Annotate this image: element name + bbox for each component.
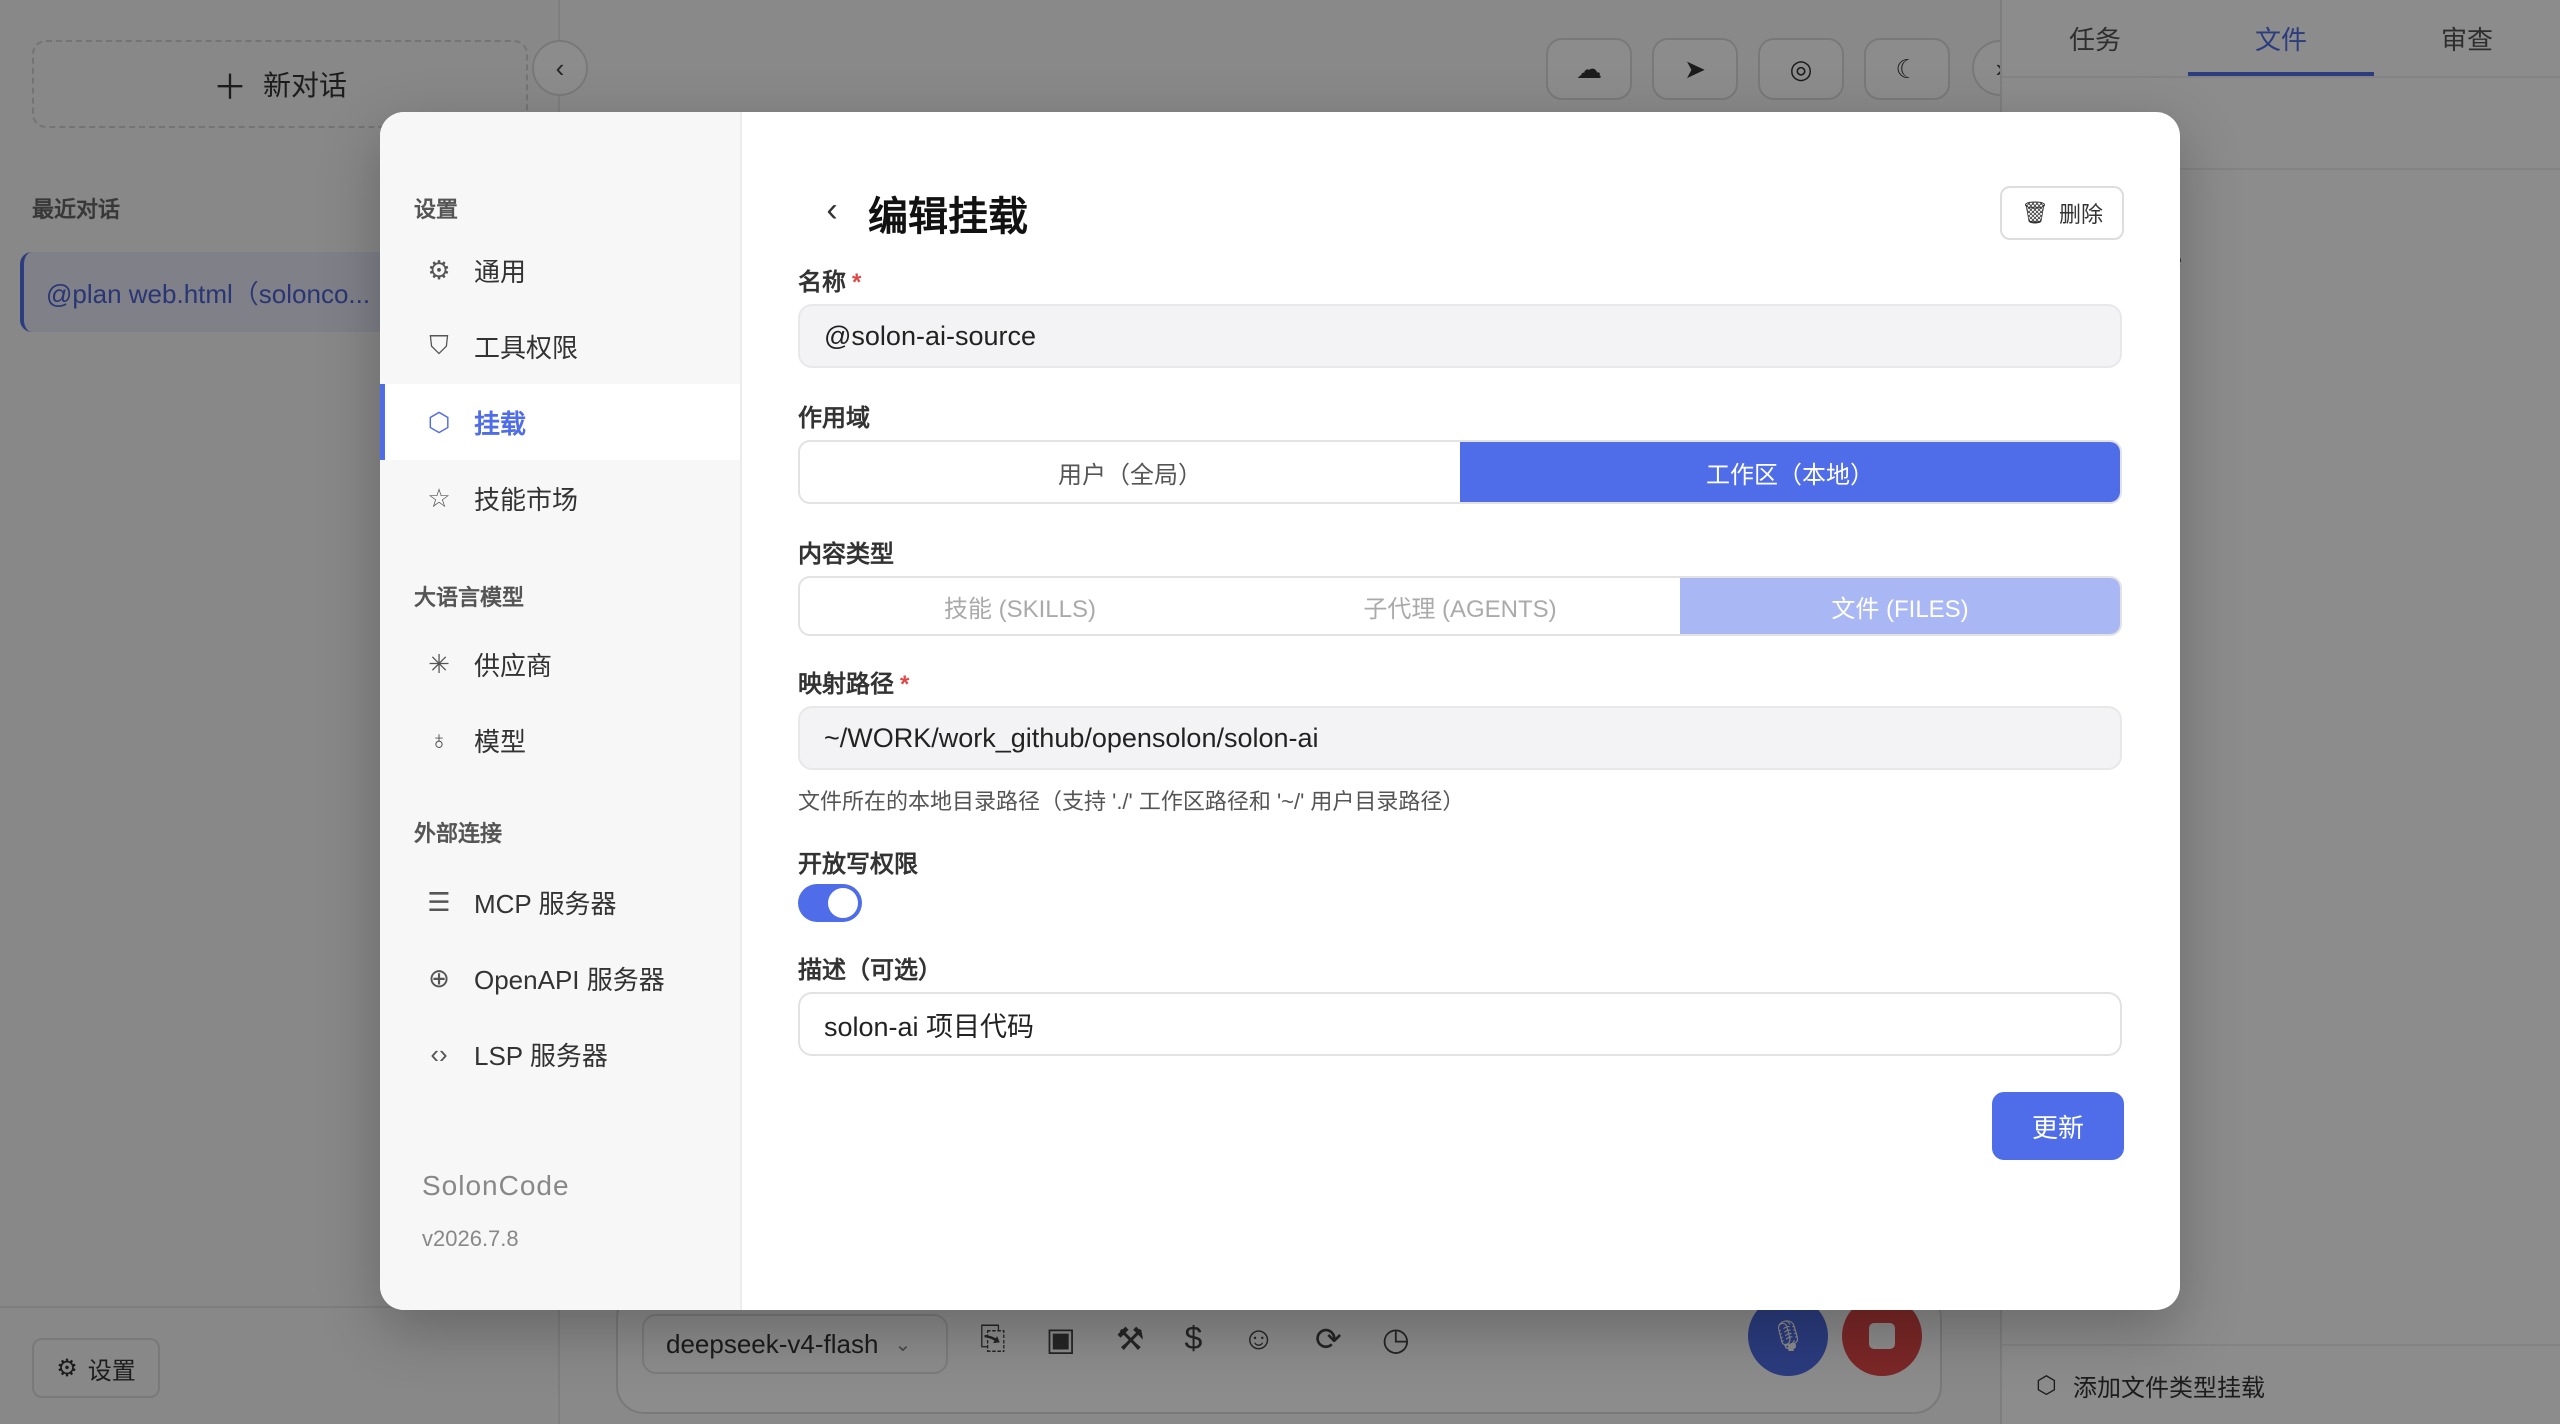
nav-item-label: 挂载 <box>474 408 527 439</box>
code-icon: ‹› <box>430 1038 448 1069</box>
nav-section-llm: 大语言模型 <box>414 585 525 610</box>
nav-item-openapi[interactable]: ⊕ OpenAPI 服务器 <box>380 940 740 1016</box>
delete-label: 删除 <box>2058 202 2103 227</box>
nav-section-external: 外部连接 <box>414 821 503 846</box>
shield-icon: ⛉ <box>429 330 449 360</box>
description-label: 描述（可选） <box>798 957 942 984</box>
chevron-left-icon: ‹ <box>826 190 838 229</box>
nav-section-settings: 设置 <box>414 197 459 222</box>
gear-icon: ⚙ <box>427 254 451 285</box>
nav-item-label: 工具权限 <box>474 332 579 363</box>
write-permission-label: 开放写权限 <box>798 851 918 878</box>
cube-icon: ⬡ <box>427 406 451 437</box>
delete-button[interactable]: 🗑 删除 <box>2000 186 2124 240</box>
scope-option-user[interactable]: 用户（全局） <box>800 442 1460 502</box>
brand-name: SolonCode <box>422 1170 570 1201</box>
settings-modal: 设置 ⚙ 通用 ⛉ 工具权限 ⬡ 挂载 ☆ 技能市场 大语言模型 ✳ 供应商 ♁… <box>380 112 2180 1310</box>
required-mark: * <box>900 671 910 698</box>
nav-item-label: 通用 <box>474 256 527 287</box>
mapping-path-label-text: 映射路径 <box>798 671 894 698</box>
name-label: 名称 * <box>798 262 861 297</box>
version-text: v2026.7.8 <box>422 1226 519 1251</box>
trash-icon: 🗑 <box>2021 200 2049 225</box>
nav-item-label: OpenAPI 服务器 <box>474 964 665 995</box>
settings-nav: 设置 ⚙ 通用 ⛉ 工具权限 ⬡ 挂载 ☆ 技能市场 大语言模型 ✳ 供应商 ♁… <box>380 112 742 1310</box>
mapping-path-input[interactable]: ~/WORK/work_github/opensolon/solon-ai <box>798 706 2122 770</box>
description-input[interactable]: solon-ai 项目代码 <box>798 992 2122 1056</box>
update-button[interactable]: 更新 <box>1992 1092 2124 1160</box>
type-option-agents: 子代理 (AGENTS) <box>1363 595 1557 623</box>
nav-item-general[interactable]: ⚙ 通用 <box>380 232 740 308</box>
scope-label: 作用域 <box>798 405 870 432</box>
model-icon: ♁ <box>429 724 449 755</box>
type-option-files: 文件 (FILES) <box>1680 578 2120 634</box>
name-label-text: 名称 <box>798 269 846 296</box>
scope-option-workspace[interactable]: 工作区（本地） <box>1460 442 2120 502</box>
content-type-label: 内容类型 <box>798 541 894 568</box>
nav-item-label: MCP 服务器 <box>474 888 617 919</box>
scope-selector: 用户（全局） 工作区（本地） <box>798 440 2122 504</box>
nav-item-model[interactable]: ♁ 模型 <box>380 702 740 778</box>
form-header: ‹ 编辑挂载 🗑 删除 <box>798 174 2124 254</box>
page-title: 编辑挂载 <box>868 195 1028 239</box>
back-button[interactable]: ‹ <box>812 190 852 230</box>
write-permission-toggle[interactable] <box>798 884 862 922</box>
mapping-path-hint: 文件所在的本地目录路径（支持 './' 工作区路径和 '~/' 用户目录路径） <box>798 789 1465 814</box>
nav-item-skills-market[interactable]: ☆ 技能市场 <box>380 460 740 536</box>
mapping-path-label: 映射路径 * <box>798 664 909 699</box>
nav-item-tool-permissions[interactable]: ⛉ 工具权限 <box>380 308 740 384</box>
nav-item-provider[interactable]: ✳ 供应商 <box>380 626 740 702</box>
nav-item-label: 供应商 <box>474 650 553 681</box>
content-type-selector: 技能 (SKILLS) 子代理 (AGENTS) 文件 (FILES) <box>798 576 2122 636</box>
nav-item-mcp[interactable]: ☰ MCP 服务器 <box>380 864 740 940</box>
required-mark: * <box>852 269 862 296</box>
edit-mount-form: ‹ 编辑挂载 🗑 删除 名称 * @solon-ai-source 作用域 用户（… <box>742 112 2180 1310</box>
name-input[interactable]: @solon-ai-source <box>798 304 2122 368</box>
nav-item-label: 模型 <box>474 726 527 757</box>
star-icon: ☆ <box>427 482 451 513</box>
globe-icon: ⊕ <box>428 962 450 993</box>
server-icon: ☰ <box>427 886 451 917</box>
nav-item-label: LSP 服务器 <box>474 1040 608 1071</box>
toggle-knob <box>828 888 858 918</box>
sparkle-icon: ✳ <box>428 648 450 679</box>
nav-item-lsp[interactable]: ‹› LSP 服务器 <box>380 1016 740 1092</box>
type-option-skills: 技能 (SKILLS) <box>943 595 1097 623</box>
nav-item-mount[interactable]: ⬡ 挂载 <box>380 384 740 460</box>
nav-item-label: 技能市场 <box>474 484 579 515</box>
